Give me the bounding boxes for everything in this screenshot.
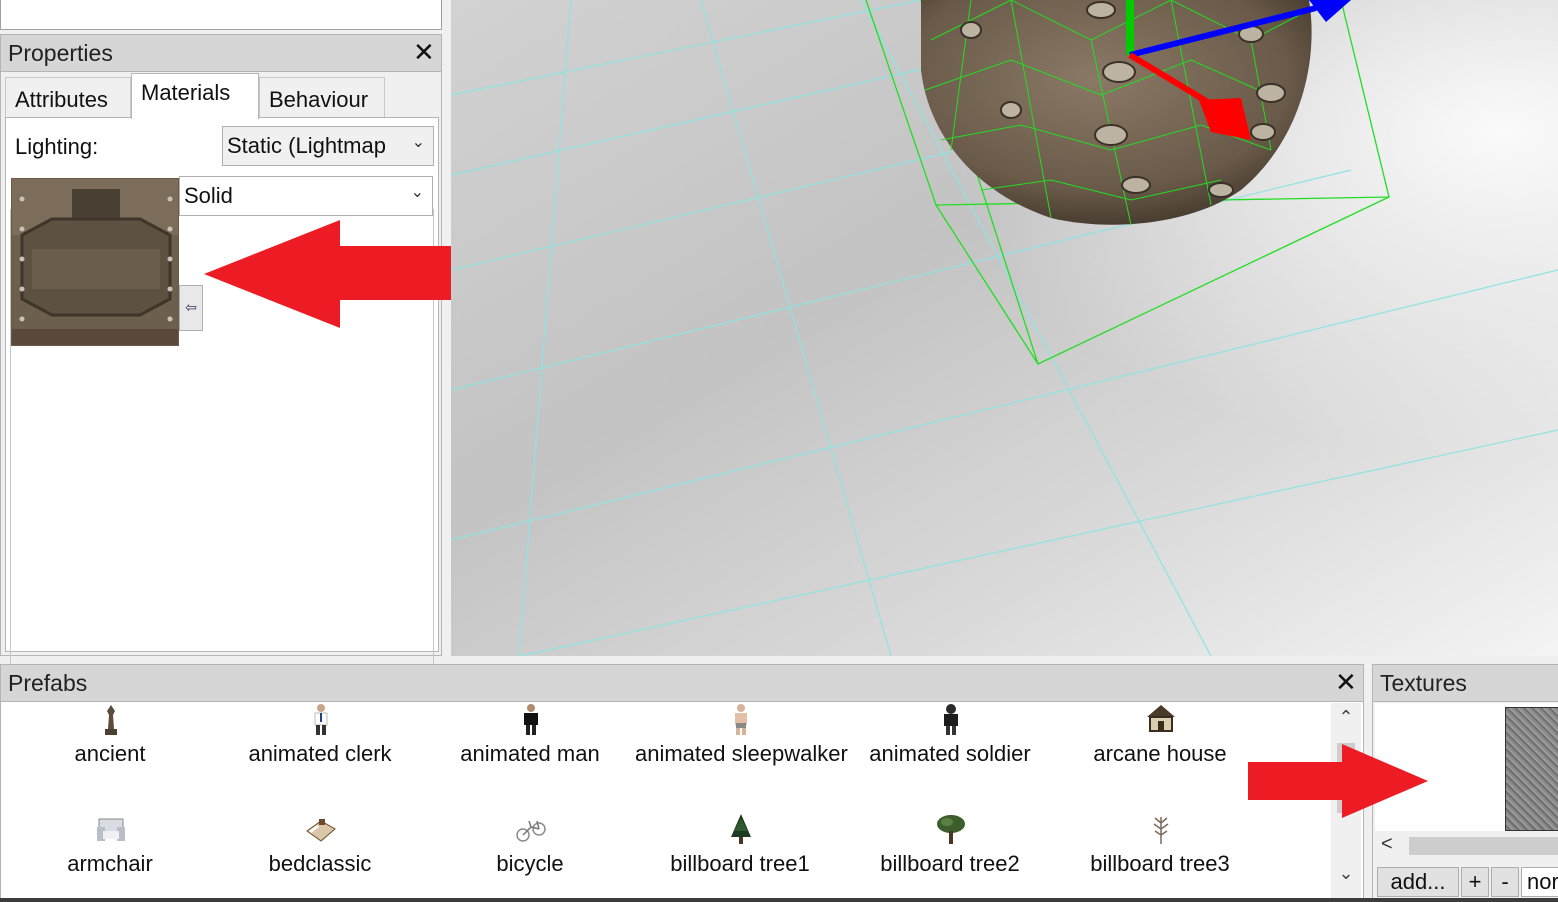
prefab-label: animated man <box>460 741 600 766</box>
taskbar-edge <box>0 898 1558 902</box>
scrollbar-thumb[interactable] <box>1409 837 1558 855</box>
3d-viewport[interactable] <box>451 0 1558 656</box>
top-panel-stub <box>0 0 442 30</box>
prefabs-close-icon[interactable]: ✕ <box>1335 668 1357 696</box>
tab-attributes[interactable]: Attributes <box>5 77 131 117</box>
scroll-down-icon[interactable]: ⌄ <box>1331 863 1361 884</box>
prefabs-panel: Prefabs ✕ ancient animated clerk animate… <box>0 664 1364 902</box>
properties-header: Properties ✕ <box>1 35 441 72</box>
bare-tree-icon <box>1153 817 1169 844</box>
prefab-item[interactable]: billboard tree2 <box>845 813 1055 902</box>
prefab-item[interactable]: animated sleepwalker <box>635 703 848 803</box>
prefab-label: animated sleepwalker <box>635 741 848 766</box>
properties-title: Properties <box>8 40 113 66</box>
bed-icon <box>306 819 336 842</box>
prefab-label: animated clerk <box>248 741 392 766</box>
tab-behaviour[interactable]: Behaviour <box>259 77 385 117</box>
plus-button[interactable]: + <box>1461 867 1489 897</box>
prefab-item[interactable]: animated man <box>425 703 635 803</box>
add-texture-button[interactable]: add... <box>1377 867 1459 897</box>
prefab-item[interactable]: animated soldier <box>845 703 1055 803</box>
properties-tabs: Attributes Materials Behaviour <box>5 73 439 119</box>
prefab-item[interactable]: bedclassic <box>215 813 425 902</box>
minus-button[interactable]: - <box>1491 867 1519 897</box>
texture-filter-field[interactable]: nor <box>1521 867 1558 897</box>
scene-canvas <box>451 0 1558 656</box>
man-figure-icon <box>524 704 538 735</box>
soldier-figure-icon <box>944 704 958 735</box>
metal-plate-texture-icon <box>12 179 178 345</box>
prefab-label: billboard tree1 <box>670 851 810 876</box>
scroll-up-icon[interactable]: ⌃ <box>1331 707 1361 728</box>
textures-horizontal-scrollbar[interactable]: < <box>1375 831 1558 861</box>
apply-material-button[interactable]: ⇦ <box>179 285 203 331</box>
chevron-down-icon: ⌄ <box>411 134 425 151</box>
prefab-grid: ancient animated clerk animated man anim… <box>3 703 1327 899</box>
annotation-arrow-right-icon <box>1248 744 1428 818</box>
armchair-icon <box>97 818 125 841</box>
clerk-figure-icon <box>314 704 328 735</box>
prefab-label: billboard tree3 <box>1090 851 1230 876</box>
material-texture-thumbnail[interactable] <box>11 178 179 346</box>
prefab-item[interactable]: armchair <box>5 813 215 902</box>
lighting-select-value: Static (Lightmap <box>227 133 386 158</box>
textures-header: Textures <box>1373 665 1558 702</box>
house-icon <box>1147 705 1175 732</box>
prefab-item[interactable]: animated clerk <box>215 703 425 803</box>
prefab-item[interactable]: billboard tree3 <box>1055 813 1265 902</box>
sleepwalker-figure-icon <box>735 704 747 735</box>
prefab-label: ancient <box>74 741 146 766</box>
prefabs-title: Prefabs <box>8 670 88 696</box>
scroll-left-icon[interactable]: < <box>1381 833 1393 856</box>
lighting-select[interactable]: Static (Lightmap ⌄ <box>222 126 434 166</box>
prefab-label: billboard tree2 <box>880 851 1020 876</box>
prefab-label: bedclassic <box>268 851 372 876</box>
pine-tree-icon <box>731 814 751 844</box>
prefab-label: animated soldier <box>869 741 1031 766</box>
texture-thumbnail[interactable] <box>1505 707 1558 831</box>
bicycle-icon <box>516 820 546 842</box>
textures-title: Textures <box>1380 670 1467 696</box>
prefab-item[interactable]: bicycle <box>425 813 635 902</box>
prefab-item[interactable]: arcane house <box>1055 703 1265 803</box>
lighting-label: Lighting: <box>15 134 99 159</box>
round-tree-icon <box>937 815 965 844</box>
annotation-arrow-left-icon <box>204 220 468 328</box>
material-mode-value: Solid <box>184 183 233 208</box>
properties-close-icon[interactable]: ✕ <box>413 38 435 66</box>
properties-panel: Properties ✕ Attributes Materials Behavi… <box>0 34 442 681</box>
prefab-item[interactable]: billboard tree1 <box>635 813 845 902</box>
tab-materials[interactable]: Materials <box>131 73 259 119</box>
chevron-down-icon: ⌄ <box>410 184 424 201</box>
statue-icon <box>105 705 117 735</box>
prefab-label: armchair <box>67 851 153 876</box>
prefab-label: bicycle <box>496 851 564 876</box>
prefabs-header: Prefabs ✕ <box>1 665 1363 702</box>
prefab-item[interactable]: ancient <box>5 703 215 803</box>
prefab-label: arcane house <box>1093 741 1227 766</box>
